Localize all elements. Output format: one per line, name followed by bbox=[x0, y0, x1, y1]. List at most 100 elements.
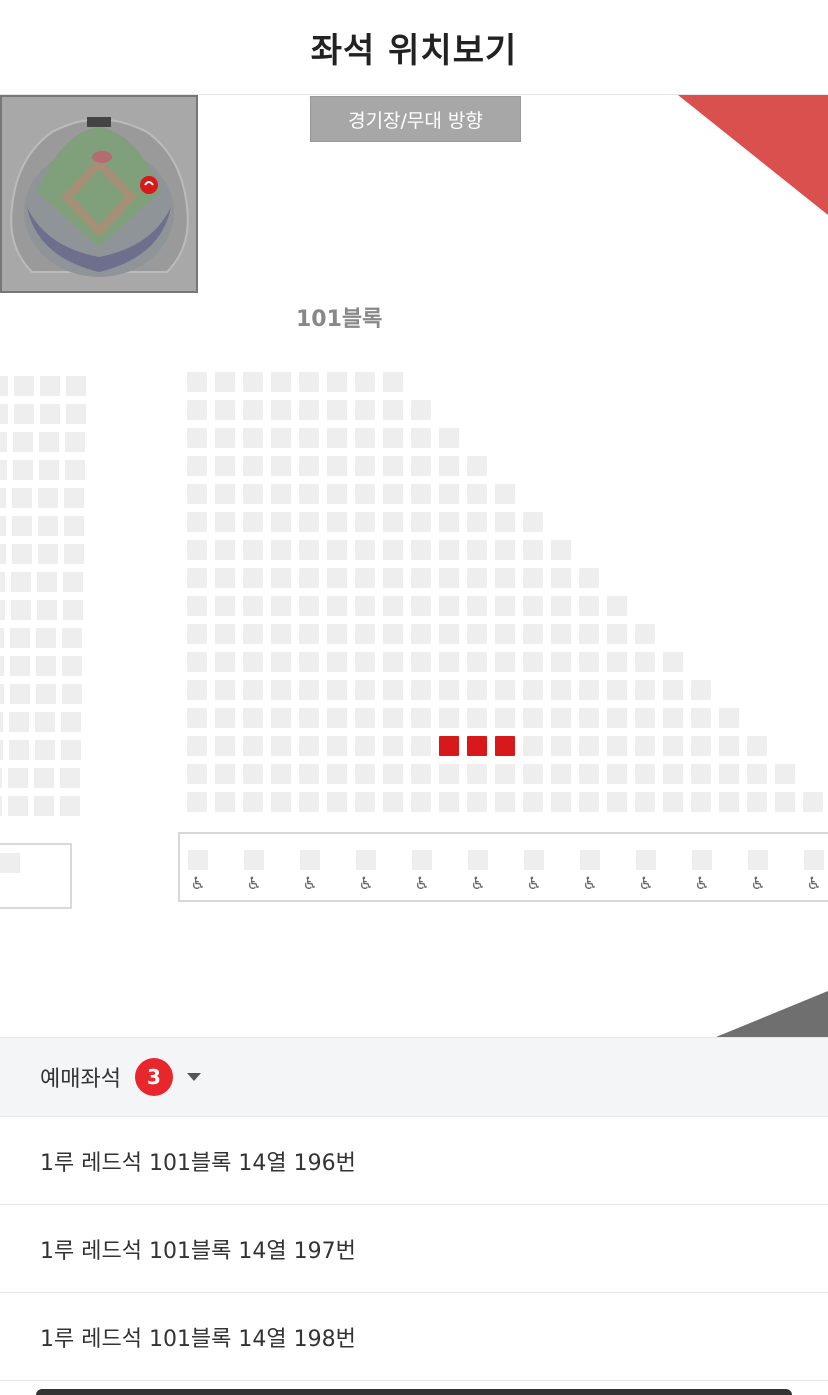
seat[interactable] bbox=[439, 764, 459, 784]
seat[interactable] bbox=[551, 624, 571, 644]
seat[interactable] bbox=[36, 656, 56, 676]
wheelchair-seat[interactable] bbox=[244, 850, 264, 870]
seat[interactable] bbox=[299, 708, 319, 728]
seat[interactable] bbox=[35, 740, 55, 760]
seat[interactable] bbox=[411, 540, 431, 560]
seat[interactable] bbox=[8, 768, 28, 788]
seat[interactable] bbox=[327, 484, 347, 504]
seat[interactable] bbox=[411, 708, 431, 728]
seat[interactable] bbox=[0, 516, 6, 536]
seat[interactable] bbox=[61, 740, 81, 760]
seat[interactable] bbox=[34, 796, 54, 816]
seat[interactable] bbox=[551, 680, 571, 700]
seat[interactable] bbox=[299, 792, 319, 812]
seat[interactable] bbox=[271, 372, 291, 392]
seat[interactable] bbox=[327, 540, 347, 560]
seat[interactable] bbox=[383, 456, 403, 476]
seat[interactable] bbox=[271, 512, 291, 532]
seat[interactable] bbox=[607, 792, 627, 812]
seat[interactable] bbox=[271, 456, 291, 476]
seat[interactable] bbox=[327, 596, 347, 616]
seat[interactable] bbox=[579, 680, 599, 700]
seat[interactable] bbox=[467, 792, 487, 812]
seat[interactable] bbox=[327, 680, 347, 700]
seat[interactable] bbox=[355, 372, 375, 392]
seat[interactable] bbox=[523, 540, 543, 560]
seat[interactable] bbox=[607, 596, 627, 616]
seat[interactable] bbox=[383, 680, 403, 700]
seat[interactable] bbox=[243, 428, 263, 448]
seat[interactable] bbox=[60, 768, 80, 788]
seat[interactable] bbox=[243, 596, 263, 616]
seat[interactable] bbox=[243, 484, 263, 504]
seat[interactable] bbox=[0, 404, 8, 424]
seat[interactable] bbox=[635, 708, 655, 728]
seat-selected[interactable] bbox=[495, 736, 515, 756]
seat[interactable] bbox=[271, 624, 291, 644]
seat[interactable] bbox=[215, 540, 235, 560]
seat[interactable] bbox=[635, 680, 655, 700]
seat[interactable] bbox=[0, 796, 2, 816]
seat[interactable] bbox=[551, 792, 571, 812]
seat[interactable] bbox=[271, 596, 291, 616]
caret-down-icon[interactable] bbox=[186, 1073, 201, 1081]
seat[interactable] bbox=[0, 712, 3, 732]
seat[interactable] bbox=[439, 792, 459, 812]
seat[interactable] bbox=[383, 792, 403, 812]
seat[interactable] bbox=[551, 568, 571, 588]
seat[interactable] bbox=[355, 736, 375, 756]
seat[interactable] bbox=[40, 404, 60, 424]
seat[interactable] bbox=[327, 708, 347, 728]
seat[interactable] bbox=[467, 456, 487, 476]
seat[interactable] bbox=[327, 624, 347, 644]
seat[interactable] bbox=[0, 600, 5, 620]
seat[interactable] bbox=[11, 600, 31, 620]
seat[interactable] bbox=[439, 652, 459, 672]
seat[interactable] bbox=[10, 656, 30, 676]
seat[interactable] bbox=[495, 624, 515, 644]
seat[interactable] bbox=[719, 736, 739, 756]
seat[interactable] bbox=[355, 512, 375, 532]
seat[interactable] bbox=[271, 400, 291, 420]
seat[interactable] bbox=[327, 792, 347, 812]
seat[interactable] bbox=[355, 568, 375, 588]
seat[interactable] bbox=[187, 428, 207, 448]
seat[interactable] bbox=[411, 652, 431, 672]
seat[interactable] bbox=[243, 792, 263, 812]
seat[interactable] bbox=[523, 708, 543, 728]
seat[interactable] bbox=[747, 792, 767, 812]
seat[interactable] bbox=[215, 624, 235, 644]
seat[interactable] bbox=[579, 624, 599, 644]
seat[interactable] bbox=[551, 540, 571, 560]
seat[interactable] bbox=[61, 712, 81, 732]
seat[interactable] bbox=[635, 736, 655, 756]
seat[interactable] bbox=[0, 572, 5, 592]
seat[interactable] bbox=[579, 792, 599, 812]
seat[interactable] bbox=[467, 512, 487, 532]
seat[interactable] bbox=[37, 572, 57, 592]
seat[interactable] bbox=[607, 736, 627, 756]
wheelchair-seat[interactable] bbox=[188, 850, 208, 870]
seat[interactable] bbox=[355, 456, 375, 476]
seat[interactable] bbox=[467, 652, 487, 672]
seat[interactable] bbox=[383, 484, 403, 504]
seat[interactable] bbox=[299, 372, 319, 392]
seat[interactable] bbox=[0, 628, 4, 648]
seat[interactable] bbox=[551, 764, 571, 784]
seat[interactable] bbox=[187, 596, 207, 616]
seat[interactable] bbox=[35, 712, 55, 732]
seat[interactable] bbox=[551, 596, 571, 616]
seat[interactable] bbox=[299, 568, 319, 588]
seat[interactable] bbox=[719, 792, 739, 812]
seat[interactable] bbox=[495, 708, 515, 728]
seat[interactable] bbox=[187, 736, 207, 756]
seat[interactable] bbox=[663, 680, 683, 700]
seat[interactable] bbox=[271, 428, 291, 448]
seat[interactable] bbox=[327, 764, 347, 784]
seat[interactable] bbox=[187, 512, 207, 532]
seat[interactable] bbox=[411, 792, 431, 812]
seat[interactable] bbox=[383, 764, 403, 784]
seat[interactable] bbox=[355, 428, 375, 448]
seat[interactable] bbox=[355, 652, 375, 672]
seat[interactable] bbox=[215, 484, 235, 504]
